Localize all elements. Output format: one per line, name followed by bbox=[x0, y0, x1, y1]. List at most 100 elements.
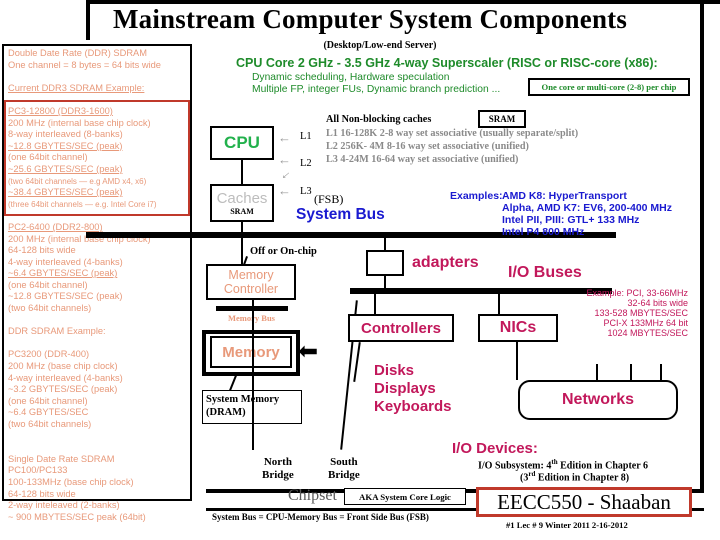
lecture-meta-label: #1 Lec # 9 Winter 2011 2-16-2012 bbox=[506, 520, 628, 530]
network-connector bbox=[630, 364, 632, 380]
cache-level-l3-label: L3 bbox=[300, 186, 312, 197]
ddr-line: (one 64bit channel) bbox=[8, 395, 88, 406]
sdr-line: 64-128 bits wide bbox=[8, 488, 76, 499]
networks-block: Networks bbox=[518, 380, 678, 420]
io-devices-list: Disks Displays Keyboards bbox=[374, 362, 452, 416]
arrow-left-icon: ← bbox=[274, 163, 295, 184]
sdr-line: Single Date Rate SDRAM bbox=[8, 453, 115, 464]
io-device-item: Keyboards bbox=[374, 398, 452, 415]
north-bridge-line-2: Bridge bbox=[262, 469, 294, 481]
cache-desc-all: All Non-blocking caches bbox=[326, 114, 432, 125]
io-subsystem-note-2: (3rd Edition in Chapter 8) bbox=[520, 470, 629, 483]
ddr-line: 4-way interleaved (4-banks) bbox=[8, 372, 123, 383]
network-connector bbox=[596, 364, 598, 380]
pci-example-line: PCI-X 133MHz 64 bit bbox=[603, 318, 688, 328]
cpu-block: CPU bbox=[210, 126, 274, 160]
multicore-note-box: One core or multi-core (2-8) per chip bbox=[528, 78, 690, 96]
system-bus-label: System Bus bbox=[296, 206, 385, 223]
bus-example-line: AMD K8: HyperTransport bbox=[502, 190, 627, 202]
ddr-line: ~3.2 GBYTES/SEC (peak) bbox=[8, 384, 118, 395]
arrow-left-icon: ← bbox=[278, 130, 291, 145]
page-title: Mainstream Computer System Components bbox=[112, 4, 628, 34]
memory-inner-block: Memory bbox=[210, 336, 292, 368]
course-footer-label: EECC550 - Shaaban bbox=[497, 489, 671, 514]
cache-level-l2-label: L2 bbox=[300, 158, 312, 169]
ddr-line: 200 MHz (base chip clock) bbox=[8, 361, 118, 372]
io-device-item: Disks bbox=[374, 362, 415, 379]
north-bridge-leader bbox=[252, 300, 254, 450]
adapters-label: adapters bbox=[412, 254, 479, 271]
cache-desc-l3: L3 4-24M 16-64 way set associative (unif… bbox=[326, 154, 519, 165]
pci-example-line: 32-64 bits wide bbox=[627, 298, 688, 308]
io-device-item: Displays bbox=[374, 380, 436, 397]
ddr2-line: (two 64bit channels) bbox=[8, 303, 92, 314]
bus-examples-heading: Examples: bbox=[450, 190, 503, 202]
chipset-label: Chipset bbox=[288, 487, 337, 504]
pci-example-block: Example: PCI, 33-66MHz 32-64 bits wide 1… bbox=[488, 288, 688, 338]
course-footer-box: EECC550 - Shaaban bbox=[476, 487, 692, 517]
cpu-heading: CPU Core 2 GHz - 3.5 GHz 4-way Superscal… bbox=[236, 56, 658, 70]
ddr3-highlight-box bbox=[4, 100, 190, 216]
south-bridge-label: South Bridge bbox=[328, 456, 360, 482]
sram-callout-label: SRAM bbox=[488, 114, 516, 124]
sdr-line: 2-way inteleaved (2-banks) bbox=[8, 500, 120, 511]
bus-example-line: Intel PII, PIII: GTL+ 133 MHz bbox=[502, 214, 640, 226]
adapter-top-connector bbox=[384, 238, 386, 250]
bus-example-line: Intel P4 800 MHz bbox=[502, 226, 585, 238]
caches-block-label: Caches bbox=[216, 189, 268, 207]
south-bridge-line-1: South bbox=[330, 456, 358, 468]
memory-controller-connector bbox=[241, 238, 243, 264]
ddr3-example-title: Current DDR3 SDRAM Example: bbox=[8, 82, 145, 93]
cpu-subline-1: Dynamic scheduling, Hardware speculation bbox=[252, 72, 450, 83]
io-buses-label: I/O Buses bbox=[508, 264, 582, 281]
ddr2-line: 4-way interleaved (4-banks) bbox=[8, 256, 123, 267]
memory-controller-label-2: Controller bbox=[223, 282, 279, 296]
frame-right-rule bbox=[700, 0, 704, 493]
memory-pointer-arrow-icon: ⬅ bbox=[298, 338, 319, 365]
sram-callout-box: SRAM bbox=[478, 110, 526, 128]
page-subtitle: (Desktop/Low-end Server) bbox=[323, 40, 437, 51]
controllers-device-leader bbox=[353, 342, 361, 382]
controllers-label: Controllers bbox=[360, 319, 441, 337]
north-bridge-line-1: North bbox=[263, 456, 292, 468]
memory-controller-label-1: Memory bbox=[228, 268, 274, 282]
cpu-cache-connector bbox=[241, 158, 243, 186]
caches-sram-label: SRAM bbox=[230, 206, 254, 216]
cpu-block-label: CPU bbox=[224, 133, 260, 152]
memory-label: Memory bbox=[222, 343, 280, 361]
cache-desc-l2: L2 256K- 4M 8-16 way set associative (un… bbox=[326, 141, 529, 152]
ddr2-line: 64-128 bits wide bbox=[8, 245, 76, 256]
ddr-header-line: One channel = 8 bytes = 64 bits wide bbox=[8, 59, 161, 70]
south-bridge-line-2: Bridge bbox=[328, 469, 360, 481]
memory-controller-block: Memory Controller bbox=[206, 264, 296, 300]
system-memory-text: System Memory (DRAM) bbox=[206, 394, 279, 419]
pci-example-line: 1024 MBYTES/SEC bbox=[607, 328, 688, 338]
system-memory-label-2: (DRAM) bbox=[206, 406, 246, 418]
fsb-label: (FSB) bbox=[314, 192, 344, 206]
ddr-example-title: DDR SDRAM Example: bbox=[8, 326, 106, 337]
off-or-on-chip-label: Off or On-chip bbox=[250, 246, 317, 257]
north-bridge-label: North Bridge bbox=[262, 456, 294, 482]
chipset-aka-label: AKA System Core Logic bbox=[359, 491, 451, 502]
sdr-line: ~ 900 MBYTES/SEC peak (64bit) bbox=[8, 511, 146, 522]
ddr2-line: ~12.8 GBYTES/SEC (peak) bbox=[8, 291, 123, 302]
nics-networks-connector bbox=[516, 342, 518, 380]
adapter-block bbox=[366, 250, 404, 276]
ddr-line: (two 64bit channels) bbox=[8, 419, 92, 429]
pci-example-line: Example: PCI, 33-66MHz bbox=[586, 288, 688, 298]
network-connector bbox=[660, 364, 662, 380]
sdr-line: PC100/PC133 bbox=[8, 465, 68, 476]
networks-label: Networks bbox=[561, 391, 635, 408]
ddr-line: ~6.4 GBYTES/SEC bbox=[8, 407, 89, 418]
bus-example-line: Alpha, AMD K7: EV6, 200-400 MHz bbox=[502, 202, 672, 214]
slide-canvas: Mainstream Computer System Components (D… bbox=[0, 0, 720, 540]
multicore-note-label: One core or multi-core (2-8) per chip bbox=[541, 82, 677, 92]
chipset-aka-box: AKA System Core Logic bbox=[344, 488, 466, 505]
adapter-bottom-connector bbox=[384, 276, 386, 288]
cache-desc-l1: L1 16-128K 2-8 way set associative (usua… bbox=[326, 128, 579, 139]
